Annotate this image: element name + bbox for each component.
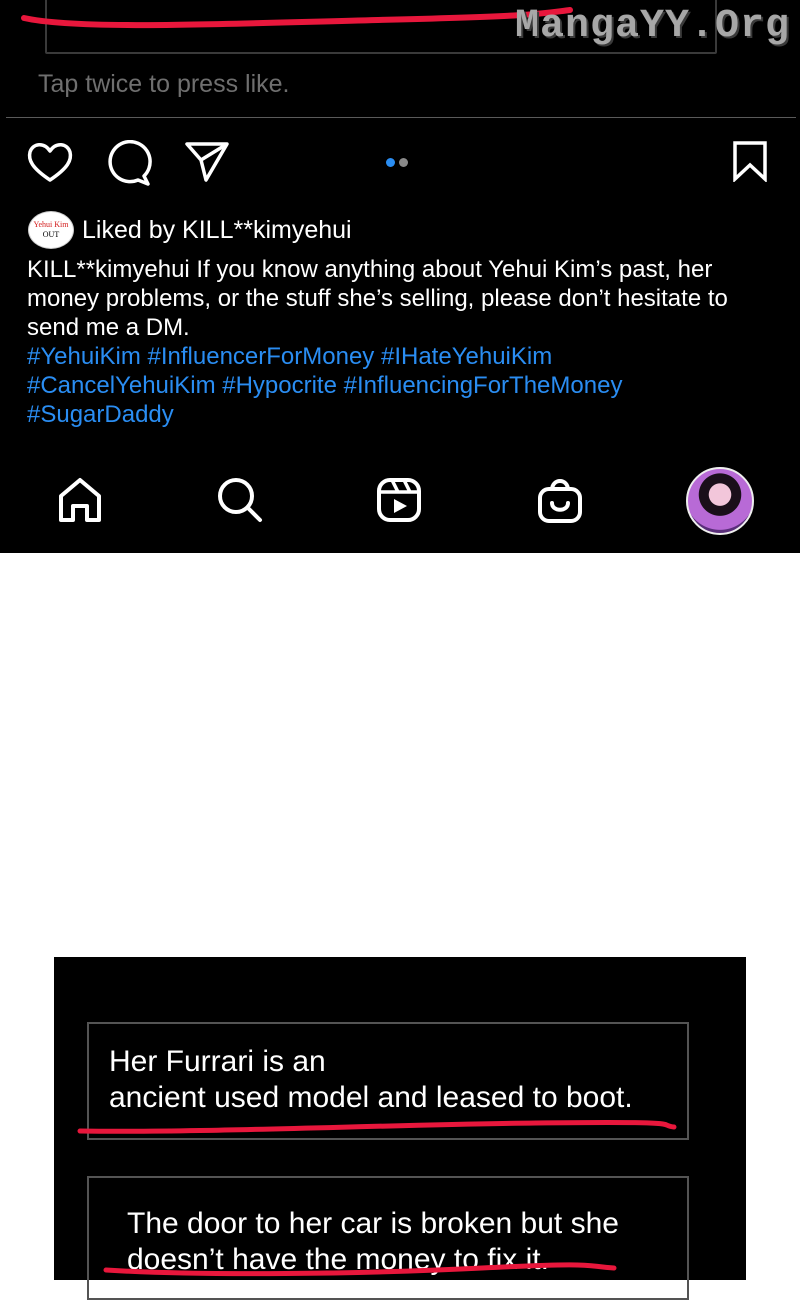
bookmark-icon[interactable] xyxy=(731,140,769,182)
shop-icon[interactable] xyxy=(537,476,583,524)
liked-avatar-line1: Yehui Kim xyxy=(33,220,69,229)
share-icon[interactable] xyxy=(184,140,230,184)
narration-text-2: The door to her car is broken but she do… xyxy=(127,1207,619,1276)
comic-panel: Her Furrari is an ancient used model and… xyxy=(54,957,746,1300)
carousel-dot-active xyxy=(386,158,395,167)
liked-by-text: Liked by KILL**kimyehui xyxy=(82,215,352,244)
profile-avatar[interactable] xyxy=(686,467,754,535)
divider xyxy=(6,117,796,118)
liked-avatar: Yehui Kim OUT xyxy=(28,211,74,249)
tap-hint: Tap twice to press like. xyxy=(38,70,290,98)
hashtag-line-3[interactable]: #SugarDaddy xyxy=(27,400,747,429)
carousel-dot xyxy=(399,158,408,167)
liked-by-row[interactable]: Yehui Kim OUT Liked by KILL**kimyehui xyxy=(28,211,352,249)
hashtag-line-2[interactable]: #CancelYehuiKim #Hypocrite #InfluencingF… xyxy=(27,371,747,400)
search-icon[interactable] xyxy=(215,476,265,524)
reels-icon[interactable] xyxy=(376,477,422,523)
watermark: MangaYY.Org xyxy=(514,4,790,49)
liked-avatar-line2: OUT xyxy=(42,230,60,239)
caption-username[interactable]: KILL**kimyehui xyxy=(27,256,190,283)
home-icon[interactable] xyxy=(56,476,104,524)
carousel-indicator xyxy=(386,154,412,172)
narration-text-1: Her Furrari is an ancient used model and… xyxy=(109,1045,633,1114)
caption: KILL**kimyehui If you know anything abou… xyxy=(27,255,747,429)
heart-icon[interactable] xyxy=(26,140,74,184)
narration-box-1: Her Furrari is an ancient used model and… xyxy=(87,1022,689,1140)
hashtag-line-1[interactable]: #YehuiKim #InfluencerForMoney #IHateYehu… xyxy=(27,342,747,371)
comment-icon[interactable] xyxy=(104,140,152,186)
instagram-post-screenshot: MangaYY.Org Tap twice to press like. Yeh… xyxy=(0,0,800,553)
narration-box-2: The door to her car is broken but she do… xyxy=(87,1176,689,1300)
